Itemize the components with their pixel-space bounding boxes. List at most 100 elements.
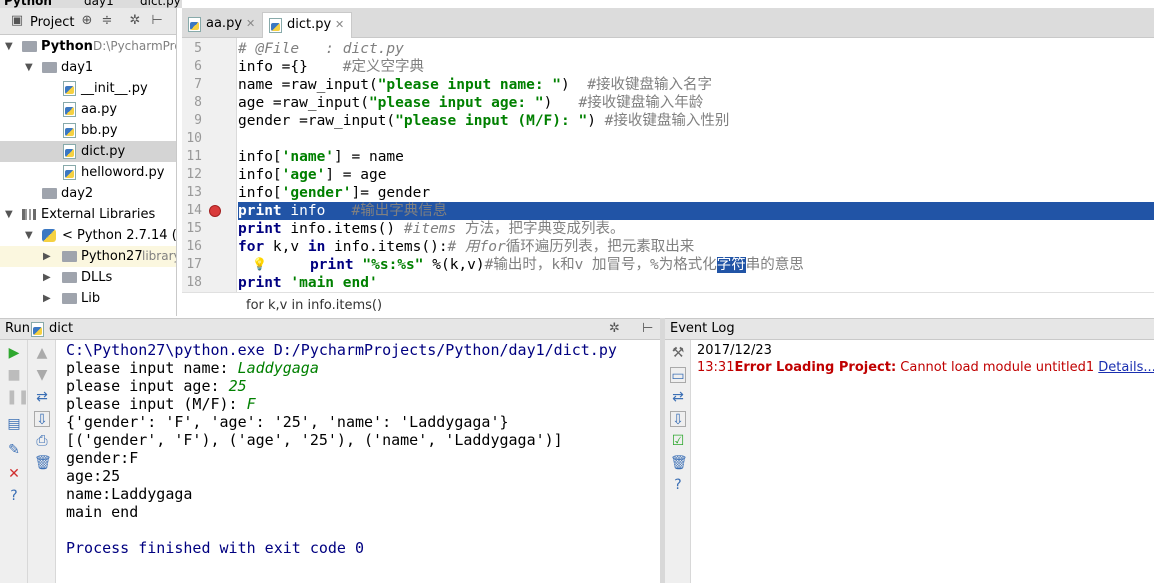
arrow-up-icon[interactable]: ▲ [34, 345, 50, 361]
chevron-right-icon[interactable]: ▶ [43, 267, 55, 288]
python-file-icon [63, 81, 76, 96]
trash-icon[interactable]: 🗑 [34, 455, 52, 471]
tree-item-day1[interactable]: ▼ day1 [0, 57, 176, 78]
code-line-13[interactable]: info['gender']= gender [238, 184, 1154, 202]
event-error-title: Error Loading Project: [734, 360, 897, 375]
gear-icon[interactable]: ✲ [609, 319, 620, 339]
pause-icon[interactable]: ❚❚ [6, 389, 29, 405]
line-number: 14 [186, 203, 202, 218]
folder-icon [62, 293, 77, 304]
code-line-15[interactable]: print info.items() #items 方法，把字典变成列表。 [238, 220, 1154, 238]
event-time: 13:31 [697, 360, 735, 375]
breadcrumb-day1[interactable]: day1 [84, 0, 114, 8]
line-number: 11 [186, 149, 202, 164]
code-line-18[interactable]: print 'main end' [238, 274, 1154, 292]
trash-icon[interactable]: 🗑 [670, 455, 688, 471]
mark-read-icon[interactable]: ☑ [670, 433, 686, 449]
collapse-all-icon[interactable]: ≑ [100, 14, 114, 28]
tree-item-helloword[interactable]: helloword.py [0, 162, 176, 183]
code-line-10[interactable] [238, 130, 1154, 148]
stop-icon[interactable]: ■ [6, 367, 22, 383]
console-line-name: name:Laddygaga [66, 485, 193, 503]
tree-item-aa[interactable]: aa.py [0, 99, 176, 120]
help-icon[interactable]: ? [670, 477, 686, 493]
tree-item-lib[interactable]: ▶ Lib [0, 288, 176, 309]
tree-item-dlls[interactable]: ▶ DLLs [0, 267, 176, 288]
tree-item-python-sdk[interactable]: ▼ < Python 2.7.14 (C:\ [0, 225, 176, 246]
tree-item-python-root[interactable]: ▼ Python D:\PycharmPro [0, 36, 176, 57]
tree-item-external-libraries[interactable]: ▼ External Libraries [0, 204, 176, 225]
folder-icon [62, 272, 77, 283]
console-line-gender: gender:F [66, 449, 139, 467]
python-file-icon [269, 18, 282, 33]
run-panel-header: Run dict ✲ ⊢ [0, 318, 660, 340]
tree-item-day2[interactable]: day2 [0, 183, 176, 204]
project-panel-title[interactable]: Project [30, 15, 74, 30]
code-line-8[interactable]: age =raw_input("please input age: ") #接收… [238, 94, 1154, 112]
print-icon[interactable]: ⎙ [34, 433, 50, 449]
code-line-12[interactable]: info['age'] = age [238, 166, 1154, 184]
code-line-17[interactable]: print "%s:%s" %(k,v)#输出时，k和v 加冒号，%为格式化字符… [238, 256, 1154, 274]
close-icon[interactable]: ✕ [246, 12, 255, 36]
code-line-7[interactable]: name =raw_input("please input name: ") #… [238, 76, 1154, 94]
soft-wrap-icon[interactable]: ⇄ [34, 389, 50, 405]
code-line-6[interactable]: info ={} #定义空字典 [238, 58, 1154, 76]
tree-item-dict[interactable]: dict.py [0, 141, 176, 162]
code-line-11[interactable]: info['name'] = name [238, 148, 1154, 166]
hide-panel-icon[interactable]: ⊢ [150, 14, 164, 28]
python-file-icon [63, 123, 76, 138]
close-icon[interactable]: ✕ [335, 13, 344, 37]
balloon-icon[interactable]: ▭ [670, 367, 686, 384]
arrow-down-icon[interactable]: ▼ [34, 367, 50, 383]
run-console[interactable]: C:\Python27\python.exe D:/PycharmProject… [56, 340, 660, 583]
hide-panel-icon[interactable]: ⊢ [642, 319, 653, 339]
tree-item-label: __init__.py [81, 81, 148, 96]
event-log-body[interactable]: 2017/12/23 13:31Error Loading Project: C… [691, 340, 1154, 583]
details-link[interactable]: Details... [1098, 360, 1154, 375]
python-file-icon [31, 322, 44, 337]
close-icon[interactable]: ✕ [6, 466, 22, 482]
code-editor[interactable]: 5 6 7 8 9 10 11 12 13 14 15 16 17 18 💡 #… [182, 38, 1154, 292]
code-breadcrumb[interactable]: for k,v in info.items() [182, 292, 1154, 317]
chevron-down-icon[interactable]: ▼ [5, 36, 17, 57]
soft-wrap-icon[interactable]: ⇄ [670, 389, 686, 405]
tree-item-python27[interactable]: ▶ Python27 library [0, 246, 176, 267]
run-config-name[interactable]: dict [49, 319, 73, 339]
code-line-9[interactable]: gender =raw_input("please input (M/F): "… [238, 112, 1154, 130]
layout-icon[interactable]: ▤ [6, 416, 22, 432]
code-line-14-highlighted[interactable]: print info #输出字典信息 [238, 202, 1154, 220]
tab-dict-py[interactable]: dict.py ✕ [262, 12, 352, 38]
rerun-icon[interactable]: ▶ [6, 345, 22, 361]
line-number: 7 [194, 77, 202, 92]
scroll-to-end-icon[interactable]: ⇩ [34, 411, 50, 428]
breadcrumb-dict[interactable]: dict.py [140, 0, 181, 8]
chevron-down-icon[interactable]: ▼ [5, 204, 17, 225]
chevron-right-icon[interactable]: ▶ [43, 288, 55, 309]
code-line-5[interactable]: # @File : dict.py [238, 40, 1154, 58]
editor-gutter[interactable]: 5 6 7 8 9 10 11 12 13 14 15 16 17 18 [182, 38, 237, 292]
sync-icon[interactable]: ⊕ [80, 14, 94, 28]
project-panel-header: ▣ Project ⊕ ≑ ✲ ⊢ [0, 8, 176, 35]
chevron-right-icon[interactable]: ▶ [43, 246, 55, 267]
tree-item-bb[interactable]: bb.py [0, 120, 176, 141]
tab-aa-py[interactable]: aa.py ✕ [182, 12, 262, 38]
settings-icon[interactable]: ⚒ [670, 345, 686, 361]
run-panel-title[interactable]: Run [5, 319, 30, 339]
help-icon[interactable]: ? [6, 488, 22, 504]
code-line-16[interactable]: for k,v in info.items():# 用for循环遍历列表，把元素… [238, 238, 1154, 256]
line-number: 16 [186, 239, 202, 254]
chevron-down-icon[interactable]: ▼ [25, 57, 37, 78]
breadcrumb-python[interactable]: Python [4, 0, 52, 8]
editor-tab-bar: aa.py ✕ dict.py ✕ [182, 8, 1154, 38]
line-number: 6 [194, 59, 202, 74]
event-log-title[interactable]: Event Log [670, 321, 735, 336]
gear-icon[interactable]: ✲ [128, 14, 142, 28]
project-view-icon[interactable]: ▣ [10, 14, 24, 28]
tree-item-init[interactable]: __init__.py [0, 78, 176, 99]
line-number: 9 [194, 113, 202, 128]
folder-icon [62, 251, 77, 262]
pin-icon[interactable]: ✎ [6, 442, 22, 458]
breakpoint-icon[interactable] [209, 205, 221, 217]
scroll-to-end-icon[interactable]: ⇩ [670, 411, 686, 428]
chevron-down-icon[interactable]: ▼ [25, 225, 37, 246]
